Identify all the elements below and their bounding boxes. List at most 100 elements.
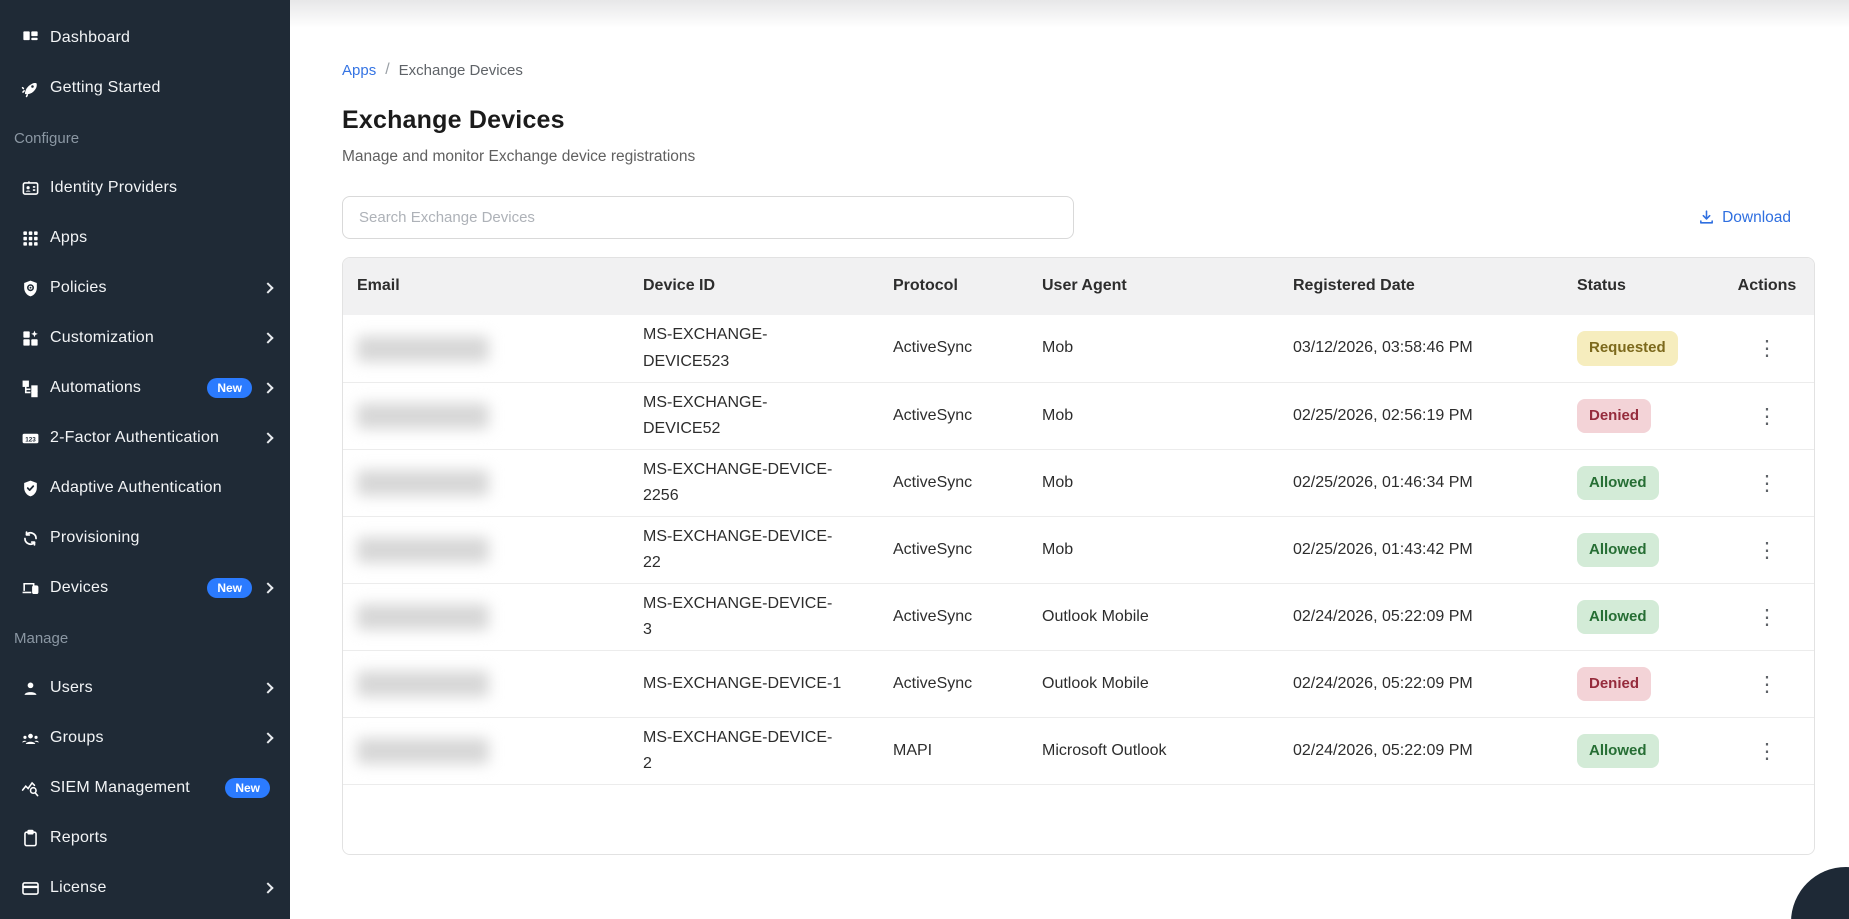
new-badge: New bbox=[207, 378, 252, 398]
sidebar-item-2fa[interactable]: 123 2-Factor Authentication bbox=[0, 413, 290, 463]
sidebar-item-label: Devices bbox=[50, 579, 108, 597]
breadcrumb-current: Exchange Devices bbox=[399, 62, 523, 79]
redacted-email-blur bbox=[357, 604, 489, 630]
sidebar-item-label: Policies bbox=[50, 279, 107, 297]
sidebar-item-policies[interactable]: Policies bbox=[0, 263, 290, 313]
id-card-icon bbox=[20, 178, 40, 198]
redacted-email-blur bbox=[357, 403, 489, 429]
row-actions-kebab-icon[interactable]: ⋮ bbox=[1720, 338, 1814, 359]
redacted-email-blur bbox=[357, 470, 489, 496]
sidebar-item-label: 2-Factor Authentication bbox=[50, 429, 219, 447]
sidebar-item-label: Provisioning bbox=[50, 529, 140, 547]
email-cell bbox=[343, 738, 629, 764]
device-id-cell: MS-EXCHANGE-DEVICE-1 bbox=[629, 671, 879, 697]
sidebar-item-reports[interactable]: Reports bbox=[0, 813, 290, 863]
chevron-right-icon bbox=[262, 282, 273, 293]
redacted-email-blur bbox=[357, 671, 489, 697]
status-badge: Allowed bbox=[1577, 600, 1659, 635]
row-actions-kebab-icon[interactable]: ⋮ bbox=[1720, 741, 1814, 762]
status-badge: Allowed bbox=[1577, 466, 1659, 501]
svg-text:123: 123 bbox=[25, 436, 36, 443]
status-cell: Requested bbox=[1563, 331, 1720, 366]
column-header-registered-date: Registered Date bbox=[1279, 273, 1563, 299]
automations-flow-icon bbox=[20, 378, 40, 398]
protocol-cell: ActiveSync bbox=[879, 604, 1028, 630]
sidebar-item-provisioning[interactable]: Provisioning bbox=[0, 513, 290, 563]
sidebar-section-manage: Manage bbox=[0, 613, 290, 663]
protocol-cell: MAPI bbox=[879, 738, 1028, 764]
sidebar-section-configure: Configure bbox=[0, 113, 290, 163]
registered-date-cell: 03/12/2026, 03:58:46 PM bbox=[1279, 335, 1563, 361]
row-actions-kebab-icon[interactable]: ⋮ bbox=[1720, 406, 1814, 427]
sidebar-item-label: Customization bbox=[50, 329, 154, 347]
status-badge: Requested bbox=[1577, 331, 1678, 366]
sidebar: Dashboard Getting Started Configure Iden… bbox=[0, 0, 290, 919]
download-label: Download bbox=[1722, 209, 1791, 227]
device-id-cell: MS-EXCHANGE-DEVICE-2 bbox=[629, 725, 879, 778]
sidebar-item-label: License bbox=[50, 879, 107, 897]
sidebar-item-siem-management[interactable]: SIEM Management New bbox=[0, 763, 290, 813]
download-button[interactable]: Download bbox=[1698, 209, 1791, 227]
status-cell: Denied bbox=[1563, 667, 1720, 702]
email-cell bbox=[343, 604, 629, 630]
sidebar-item-getting-started[interactable]: Getting Started bbox=[0, 63, 290, 113]
row-actions-kebab-icon[interactable]: ⋮ bbox=[1720, 674, 1814, 695]
search-input[interactable] bbox=[342, 196, 1074, 239]
registered-date-cell: 02/24/2026, 05:22:09 PM bbox=[1279, 738, 1563, 764]
sidebar-item-users[interactable]: Users bbox=[0, 663, 290, 713]
chevron-right-icon bbox=[262, 732, 273, 743]
registered-date-cell: 02/24/2026, 05:22:09 PM bbox=[1279, 671, 1563, 697]
user-agent-cell: Mob bbox=[1028, 537, 1279, 563]
column-header-status: Status bbox=[1563, 273, 1720, 299]
new-badge: New bbox=[225, 778, 270, 798]
table-row: MS-EXCHANGE-DEVICE-2 MAPI Microsoft Outl… bbox=[343, 717, 1814, 784]
protocol-cell: ActiveSync bbox=[879, 671, 1028, 697]
email-cell bbox=[343, 336, 629, 362]
row-actions-kebab-icon[interactable]: ⋮ bbox=[1720, 473, 1814, 494]
redacted-email-blur bbox=[357, 537, 489, 563]
registered-date-cell: 02/25/2026, 02:56:19 PM bbox=[1279, 403, 1563, 429]
breadcrumb-separator: / bbox=[385, 61, 389, 79]
row-actions-kebab-icon[interactable]: ⋮ bbox=[1720, 540, 1814, 561]
table-row: MS-EXCHANGE-DEVICE-3 ActiveSync Outlook … bbox=[343, 583, 1814, 650]
protocol-cell: ActiveSync bbox=[879, 335, 1028, 361]
table-row: MS-EXCHANGE-DEVICE-2256 ActiveSync Mob 0… bbox=[343, 449, 1814, 516]
sidebar-item-apps[interactable]: Apps bbox=[0, 213, 290, 263]
device-id-cell: MS-EXCHANGE-DEVICE52 bbox=[629, 390, 879, 443]
table-header-row: Email Device ID Protocol User Agent Regi… bbox=[343, 258, 1814, 315]
chevron-right-icon bbox=[262, 582, 273, 593]
column-header-device-id: Device ID bbox=[629, 273, 879, 299]
protocol-cell: ActiveSync bbox=[879, 403, 1028, 429]
email-cell bbox=[343, 470, 629, 496]
sidebar-item-license[interactable]: License bbox=[0, 863, 290, 913]
breadcrumb-apps-link[interactable]: Apps bbox=[342, 62, 376, 79]
row-actions-kebab-icon[interactable]: ⋮ bbox=[1720, 607, 1814, 628]
sidebar-item-devices[interactable]: Devices New bbox=[0, 563, 290, 613]
new-badge: New bbox=[207, 578, 252, 598]
sidebar-item-adaptive-auth[interactable]: Adaptive Authentication bbox=[0, 463, 290, 513]
breadcrumb: Apps / Exchange Devices bbox=[342, 61, 1815, 79]
sidebar-item-dashboard[interactable]: Dashboard bbox=[0, 13, 290, 63]
clipboard-icon bbox=[20, 828, 40, 848]
sidebar-item-groups[interactable]: Groups bbox=[0, 713, 290, 763]
table-row: MS-EXCHANGE-DEVICE-22 ActiveSync Mob 02/… bbox=[343, 516, 1814, 583]
sidebar-item-identity-providers[interactable]: Identity Providers bbox=[0, 163, 290, 213]
customization-icon bbox=[20, 328, 40, 348]
sync-icon bbox=[20, 528, 40, 548]
sidebar-item-customization[interactable]: Customization bbox=[0, 313, 290, 363]
sidebar-item-automations[interactable]: Automations New bbox=[0, 363, 290, 413]
user-agent-cell: Microsoft Outlook bbox=[1028, 738, 1279, 764]
device-id-cell: MS-EXCHANGE-DEVICE523 bbox=[629, 322, 879, 375]
apps-grid-icon bbox=[20, 228, 40, 248]
sidebar-item-label: Automations bbox=[50, 379, 141, 397]
table-footer bbox=[343, 784, 1814, 854]
policy-shield-icon bbox=[20, 278, 40, 298]
sidebar-item-label: Dashboard bbox=[50, 29, 130, 47]
status-badge: Denied bbox=[1577, 399, 1651, 434]
dashboard-icon bbox=[20, 28, 40, 48]
protocol-cell: ActiveSync bbox=[879, 470, 1028, 496]
column-header-protocol: Protocol bbox=[879, 273, 1028, 299]
protocol-cell: ActiveSync bbox=[879, 537, 1028, 563]
email-cell bbox=[343, 403, 629, 429]
sidebar-item-label: Getting Started bbox=[50, 79, 161, 97]
